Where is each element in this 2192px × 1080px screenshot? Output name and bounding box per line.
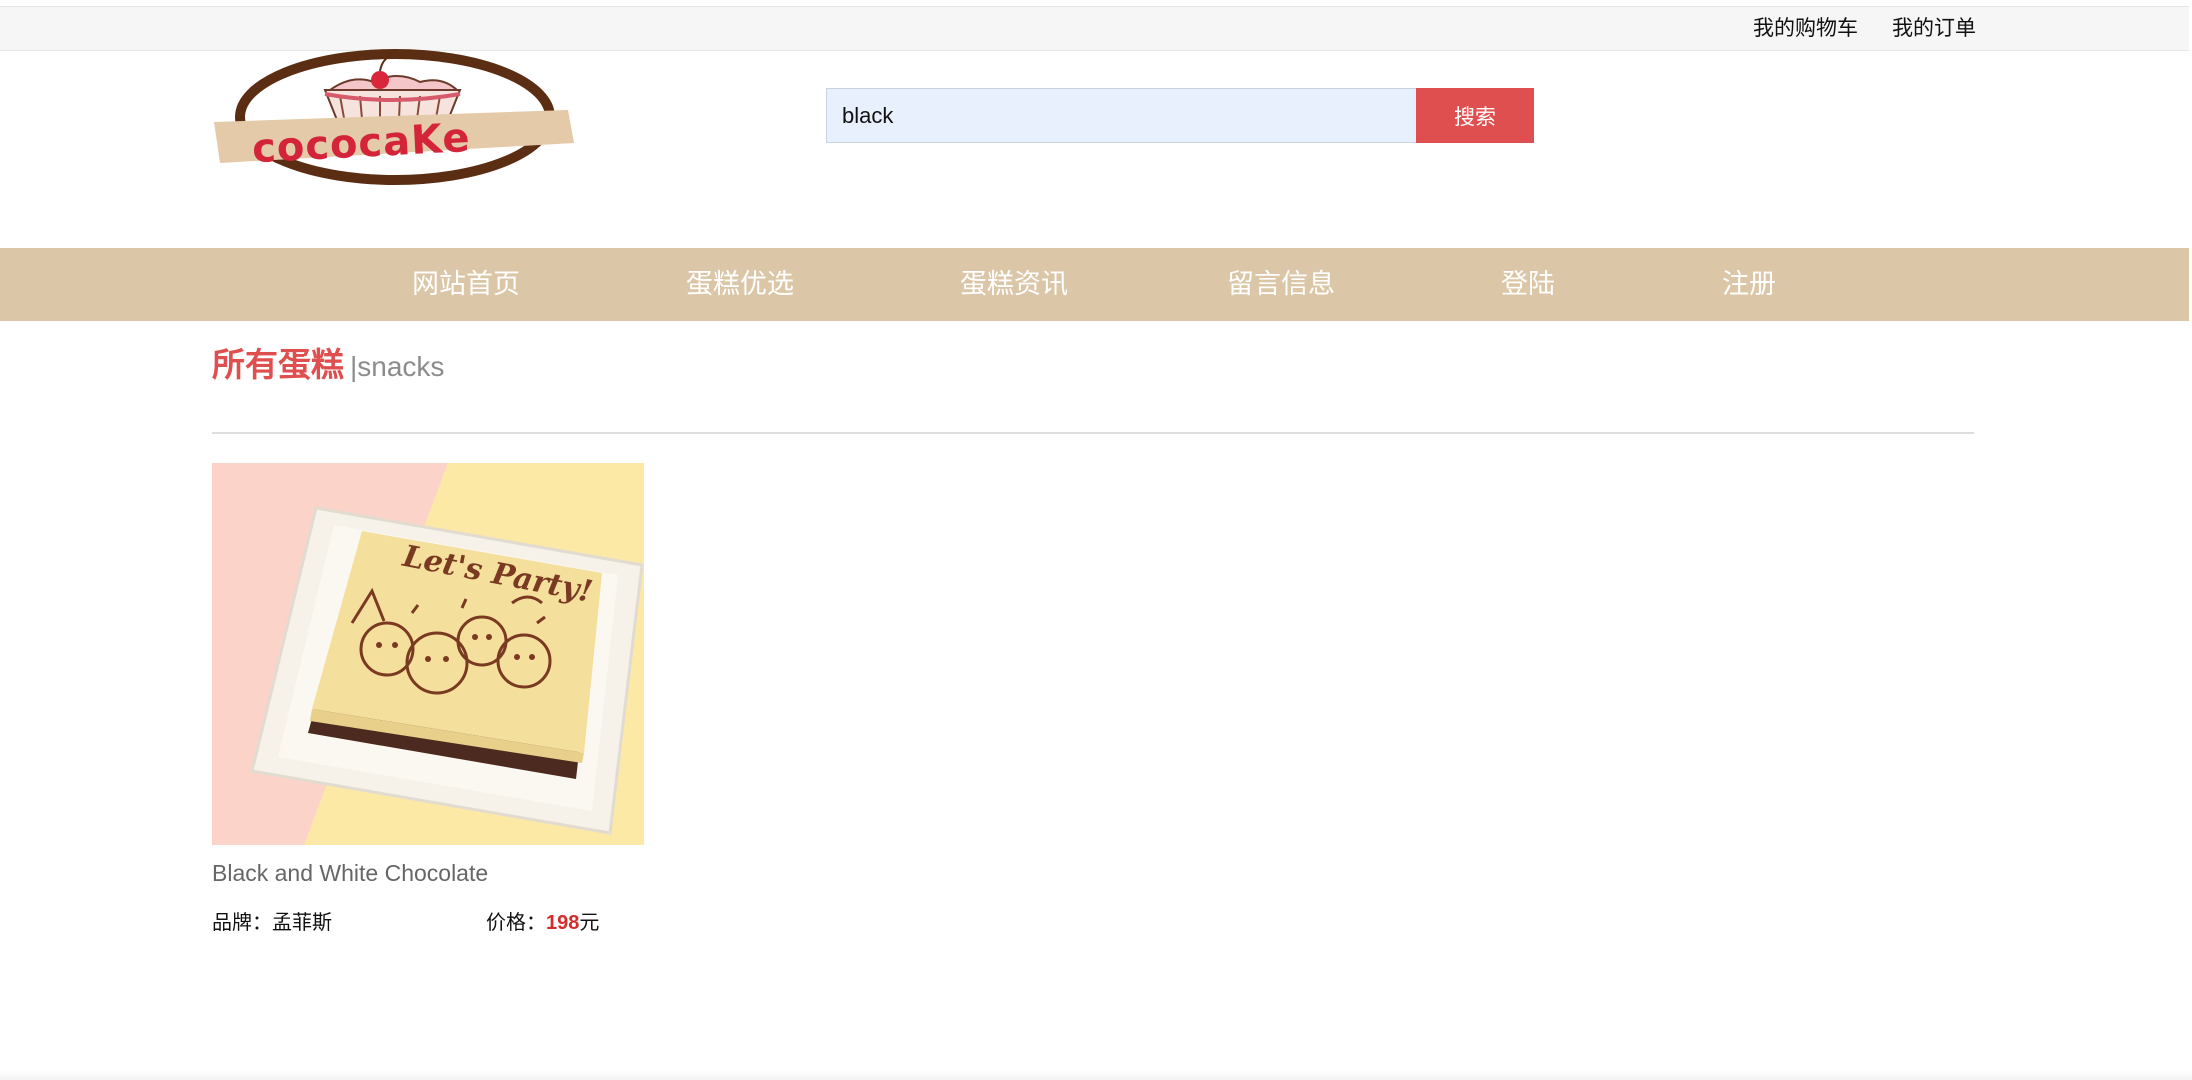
search-button[interactable]: 搜索: [1416, 88, 1534, 143]
price-value: 198: [546, 912, 580, 934]
top-utility-bar: 我的购物车 我的订单: [0, 6, 2189, 51]
price-currency: 元: [579, 912, 600, 934]
product-name[interactable]: Black and White Chocolate: [212, 860, 488, 887]
product-price: 价格：198元: [486, 906, 599, 935]
section-divider: [212, 432, 1974, 434]
section-title-main: 所有蛋糕: [212, 346, 344, 383]
nav-item-register[interactable]: 注册: [1722, 248, 1776, 321]
section-title-sub: |snacks: [350, 351, 445, 382]
main-nav: 网站首页 蛋糕优选 蛋糕资讯 留言信息 登陆 注册: [0, 248, 2189, 321]
nav-item-messages[interactable]: 留言信息: [1227, 248, 1335, 321]
nav-item-cake-picks[interactable]: 蛋糕优选: [686, 248, 794, 321]
search-input[interactable]: [826, 88, 1417, 143]
price-label: 价格：: [486, 912, 546, 934]
product-card[interactable]: Let's Party! Black and White Chocolate 品…: [212, 463, 646, 934]
brand-value: 孟菲斯: [272, 912, 332, 934]
cococake-logo[interactable]: cococaKe: [212, 48, 574, 188]
my-orders-link[interactable]: 我的订单: [1892, 7, 1976, 50]
brand-label: 品牌：: [212, 912, 272, 934]
my-cart-link[interactable]: 我的购物车: [1753, 7, 1858, 50]
nav-item-login[interactable]: 登陆: [1501, 248, 1555, 321]
product-brand: 品牌：孟菲斯: [212, 906, 332, 935]
product-image[interactable]: Let's Party!: [212, 463, 644, 845]
nav-item-home[interactable]: 网站首页: [412, 248, 520, 321]
page-bottom-edge: [0, 1070, 2192, 1080]
nav-item-cake-news[interactable]: 蛋糕资讯: [960, 248, 1068, 321]
section-title: 所有蛋糕 |snacks: [212, 338, 444, 386]
